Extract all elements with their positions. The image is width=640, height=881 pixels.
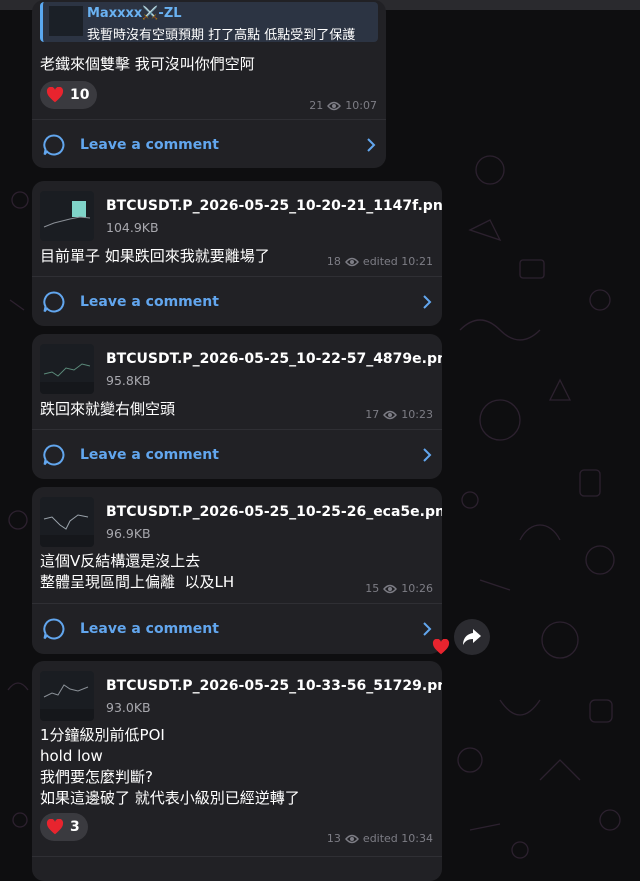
message-time: 10:26 bbox=[401, 582, 433, 595]
reply-preview[interactable]: Maxxxx⚔️-ZL 我暫時沒有空頭預期 打了高點 低點受到了保護 bbox=[40, 2, 378, 43]
message-text: 目前單子 如果跌回來我就要離場了 bbox=[40, 247, 270, 265]
file-attachment[interactable]: BTCUSDT.P_2026-05-25_10-25-26_eca5e.png … bbox=[40, 497, 442, 547]
channel-post: Maxxxx⚔️-ZL 我暫時沒有空頭預期 打了高點 低點受到了保護 老鐵來個雙… bbox=[32, 0, 386, 168]
message-time: edited 10:34 bbox=[362, 832, 433, 845]
file-thumbnail bbox=[40, 191, 94, 241]
message-time: 10:23 bbox=[401, 408, 433, 421]
view-count: 13 bbox=[326, 832, 341, 845]
chevron-right-icon bbox=[423, 448, 432, 462]
file-size: 95.8KB bbox=[106, 373, 151, 388]
comment-bubble-icon bbox=[43, 618, 65, 640]
chevron-right-icon bbox=[367, 138, 376, 152]
file-attachment[interactable]: BTCUSDT.P_2026-05-25_10-20-21_1147f.png … bbox=[40, 191, 442, 241]
file-name: BTCUSDT.P_2026-05-25_10-33-56_51729.png bbox=[106, 678, 442, 694]
comment-bubble-icon bbox=[43, 134, 65, 156]
heart-icon bbox=[432, 639, 450, 655]
chevron-right-icon bbox=[423, 622, 432, 636]
file-attachment[interactable]: BTCUSDT.P_2026-05-25_10-22-57_4879e.png … bbox=[40, 344, 442, 394]
view-count: 15 bbox=[365, 582, 380, 595]
message-meta: 15 10:26 bbox=[365, 582, 433, 595]
file-attachment[interactable]: BTCUSDT.P_2026-05-25_10-33-56_51729.png … bbox=[40, 671, 442, 721]
heart-icon bbox=[46, 87, 64, 103]
eye-icon bbox=[344, 257, 359, 266]
file-size: 93.0KB bbox=[106, 700, 151, 715]
channel-post: BTCUSDT.P_2026-05-25_10-33-56_51729.png … bbox=[32, 661, 442, 881]
reaction-count: 3 bbox=[70, 819, 80, 835]
channel-post: BTCUSDT.P_2026-05-25_10-25-26_eca5e.png … bbox=[32, 487, 442, 654]
eye-icon bbox=[327, 101, 342, 110]
eye-icon bbox=[383, 584, 398, 593]
comment-bubble-icon bbox=[43, 291, 65, 313]
message-time: 10:07 bbox=[345, 99, 377, 112]
reply-author: Maxxxx⚔️-ZL bbox=[87, 6, 182, 21]
file-thumbnail bbox=[40, 344, 94, 394]
message-meta: 21 10:07 bbox=[309, 99, 377, 112]
file-thumbnail bbox=[40, 497, 94, 547]
leave-comment-button[interactable]: Leave a comment bbox=[32, 430, 442, 479]
leave-comment-button[interactable]: Leave a comment bbox=[32, 604, 442, 654]
comment-label: Leave a comment bbox=[80, 294, 219, 310]
channel-post: BTCUSDT.P_2026-05-25_10-22-57_4879e.png … bbox=[32, 334, 442, 479]
message-text: 這個V反結構還是沒上去 整體呈現區間上偏離 以及LH bbox=[40, 552, 235, 591]
message-meta: 17 10:23 bbox=[365, 408, 433, 421]
reaction-chip[interactable]: 10 bbox=[40, 81, 98, 109]
view-count: 18 bbox=[326, 255, 341, 268]
reaction-count: 10 bbox=[70, 87, 90, 103]
heart-icon bbox=[46, 819, 64, 835]
comment-label: Leave a comment bbox=[80, 621, 219, 637]
message-time: edited 10:21 bbox=[362, 255, 433, 268]
chevron-right-icon bbox=[423, 295, 432, 309]
share-arrow-icon bbox=[463, 629, 481, 645]
divider bbox=[32, 856, 442, 857]
file-size: 96.9KB bbox=[106, 526, 151, 541]
comment-label: Leave a comment bbox=[80, 137, 219, 153]
file-thumbnail bbox=[40, 671, 94, 721]
reply-text: 我暫時沒有空頭預期 打了高點 低點受到了保護 bbox=[87, 28, 356, 43]
comment-bubble-icon bbox=[43, 444, 65, 466]
message-text: 1分鐘級別前低POI hold low 我們要怎麼判斷? 如果這邊破了 就代表小… bbox=[40, 726, 300, 807]
message-text: 老鐵來個雙擊 我可沒叫你們空阿 bbox=[40, 55, 255, 73]
eye-icon bbox=[344, 834, 359, 843]
file-name: BTCUSDT.P_2026-05-25_10-20-21_1147f.png bbox=[106, 198, 442, 214]
leave-comment-button[interactable]: Leave a comment bbox=[32, 277, 442, 326]
channel-post: BTCUSDT.P_2026-05-25_10-20-21_1147f.png … bbox=[32, 181, 442, 326]
eye-icon bbox=[383, 410, 398, 419]
reply-thumbnail bbox=[49, 6, 83, 36]
file-name: BTCUSDT.P_2026-05-25_10-22-57_4879e.png bbox=[106, 351, 442, 367]
leave-comment-button[interactable]: Leave a comment bbox=[32, 120, 386, 168]
file-size: 104.9KB bbox=[106, 220, 159, 235]
view-count: 17 bbox=[365, 408, 380, 421]
view-count: 21 bbox=[309, 99, 324, 112]
file-name: BTCUSDT.P_2026-05-25_10-25-26_eca5e.png bbox=[106, 504, 442, 520]
message-meta: 13 edited 10:34 bbox=[327, 832, 433, 845]
comment-label: Leave a comment bbox=[80, 447, 219, 463]
message-text: 跌回來就變右側空頭 bbox=[40, 400, 176, 418]
reaction-chip[interactable]: 3 bbox=[40, 813, 88, 841]
share-button[interactable] bbox=[454, 619, 490, 655]
message-meta: 18 edited 10:21 bbox=[327, 255, 433, 268]
